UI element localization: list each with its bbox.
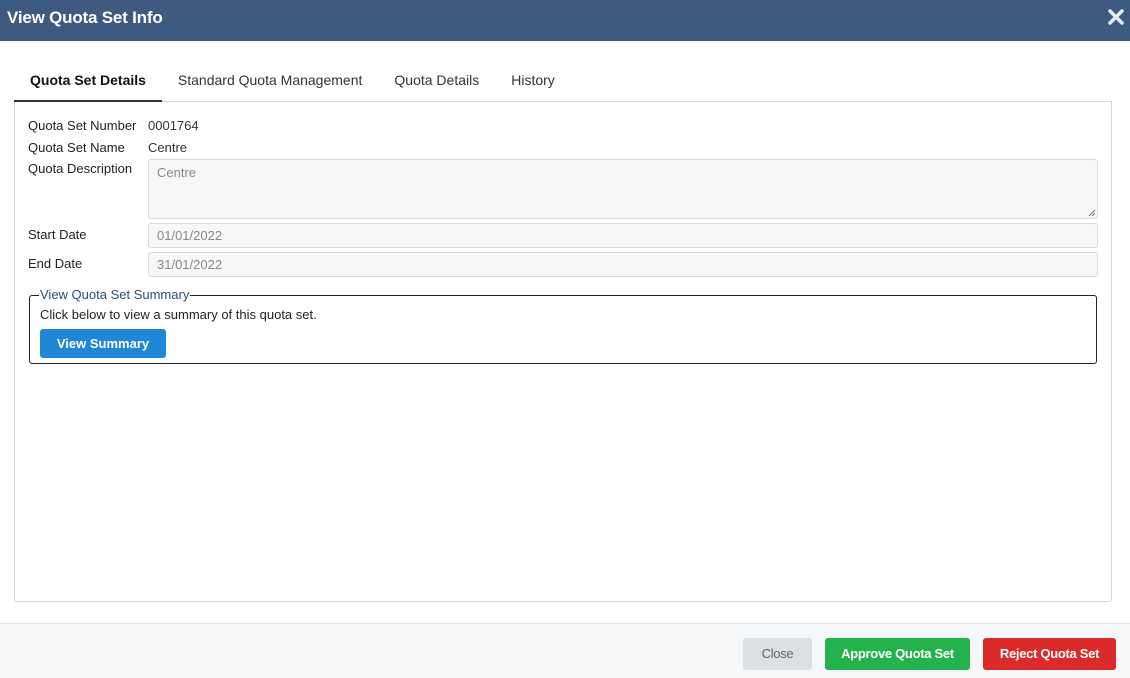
close-icon[interactable] <box>1107 8 1125 26</box>
tab-quota-set-details[interactable]: Quota Set Details <box>14 62 162 102</box>
close-button[interactable]: Close <box>743 638 812 670</box>
quota-set-name-label: Quota Set Name <box>28 140 125 155</box>
dialog-title: View Quota Set Info <box>7 8 163 27</box>
quota-set-name-value: Centre <box>148 140 188 155</box>
dialog-titlebar: View Quota Set Info <box>0 0 1130 41</box>
quota-set-number-label: Quota Set Number <box>28 118 137 133</box>
tab-quota-details[interactable]: Quota Details <box>378 62 495 102</box>
resize-grip-icon[interactable] <box>1088 209 1096 217</box>
summary-fieldset <box>29 295 1097 364</box>
quota-description-text: Centre <box>157 165 197 180</box>
start-date-field[interactable]: 01/01/2022 <box>148 223 1098 248</box>
view-summary-button[interactable]: View Summary <box>40 329 166 358</box>
approve-quota-set-button[interactable]: Approve Quota Set <box>825 638 970 670</box>
quota-description-field[interactable]: Centre <box>148 159 1098 219</box>
end-date-label: End Date <box>28 256 83 271</box>
tab-standard-quota-management[interactable]: Standard Quota Management <box>162 62 378 102</box>
summary-legend: View Quota Set Summary <box>39 287 191 302</box>
end-date-field[interactable]: 31/01/2022 <box>148 252 1098 277</box>
summary-description: Click below to view a summary of this qu… <box>40 307 317 322</box>
reject-quota-set-button[interactable]: Reject Quota Set <box>983 638 1116 670</box>
tab-history[interactable]: History <box>495 62 571 102</box>
quota-description-label: Quota Description <box>28 161 133 176</box>
quota-set-number-value: 0001764 <box>148 118 199 133</box>
start-date-label: Start Date <box>28 227 87 242</box>
tab-bar: Quota Set Details Standard Quota Managem… <box>14 62 571 102</box>
